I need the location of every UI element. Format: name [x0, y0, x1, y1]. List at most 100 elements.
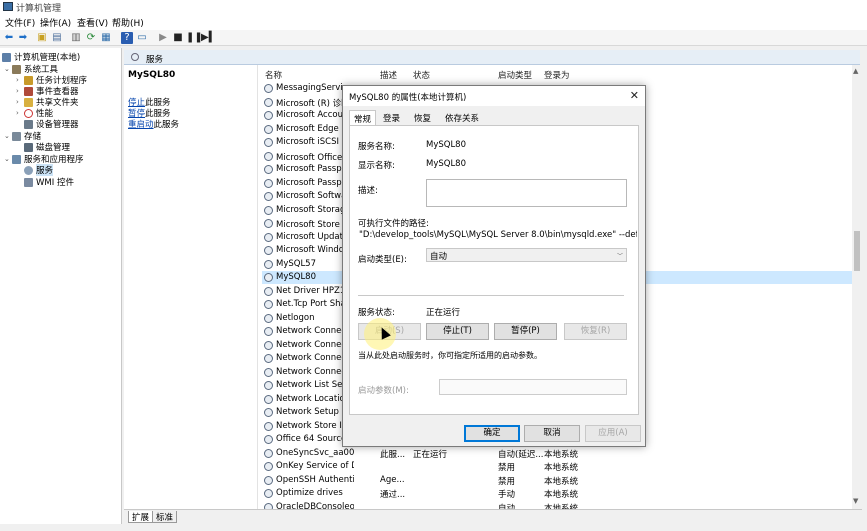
service-gear-icon	[264, 327, 273, 336]
startup-type-select[interactable]: 自动 ﹀	[426, 248, 627, 262]
collapse-arrow-icon[interactable]: ›	[16, 109, 24, 117]
dialog-title: MySQL80 的属性(本地计算机)	[349, 93, 467, 103]
properties-icon[interactable]: ▥	[70, 32, 82, 44]
cancel-button[interactable]: 取消	[524, 425, 580, 442]
collapse-arrow-icon[interactable]: ›	[16, 87, 24, 95]
service-description: 通过...	[380, 490, 406, 500]
pause-button[interactable]: 暂停(P)	[494, 323, 557, 340]
collapse-arrow-icon[interactable]: ›	[16, 98, 24, 106]
column-description[interactable]: 描述	[380, 69, 397, 81]
service-gear-icon	[264, 300, 273, 309]
tab-extended[interactable]: 扩展	[128, 511, 154, 523]
service-startup-type: 禁用	[498, 476, 516, 487]
expand-arrow-icon[interactable]: ⌄	[4, 132, 12, 140]
service-gear-icon	[264, 84, 273, 93]
expand-arrow-icon[interactable]: ⌄	[4, 155, 12, 163]
startup-type-label: 启动类型(E):	[358, 255, 407, 265]
tree-disk-management[interactable]: 磁盘管理	[24, 141, 70, 153]
table-row[interactable]: Optimize drives 通过... 手动 本地系统	[262, 487, 852, 500]
column-startup-type[interactable]: 启动类型	[498, 69, 532, 81]
column-log-on-as[interactable]: 登录为	[544, 69, 570, 81]
detail-service-name: MySQL80	[128, 70, 176, 80]
detail-restart-line: 重启动此服务	[128, 120, 180, 130]
stop-icon[interactable]: ■	[172, 32, 184, 44]
vertical-scrollbar[interactable]: ▲ ▼	[852, 65, 862, 509]
service-log-on-as: 本地系统	[544, 490, 579, 500]
service-gear-icon	[264, 124, 273, 134]
service-gear-icon	[264, 367, 273, 377]
menu-file[interactable]: 文件(F)	[5, 16, 35, 29]
service-gear-icon	[264, 205, 273, 215]
gear-icon	[24, 165, 33, 175]
service-name: OnKey Service of DB USB ...	[276, 461, 354, 471]
restart-icon[interactable]: ▶▍	[201, 32, 216, 44]
tree-services[interactable]: 服务	[24, 164, 54, 176]
start-params-label: 启动参数(M):	[358, 386, 409, 396]
play-icon[interactable]: ▶	[157, 32, 169, 44]
close-icon[interactable]: ✕	[630, 89, 639, 102]
restart-service-link[interactable]: 重启动	[128, 120, 154, 130]
tab-general[interactable]: 常规	[349, 110, 377, 126]
scroll-up-icon[interactable]: ▲	[853, 67, 858, 75]
status-label: 服务状态:	[358, 308, 395, 318]
apply-button[interactable]: 应用(A)	[585, 425, 641, 442]
folder-up-icon[interactable]: ▣	[36, 32, 48, 44]
column-status[interactable]: 状态	[413, 69, 430, 81]
service-name-label: 服务名称:	[358, 142, 395, 152]
service-gear-icon	[264, 259, 273, 269]
tree-root[interactable]: 计算机管理(本地)	[2, 51, 80, 63]
service-startup-type: 自动(延迟...	[498, 449, 544, 460]
service-gear-icon	[264, 448, 273, 458]
service-status: 正在运行	[413, 449, 448, 460]
menu-help[interactable]: 帮助(H)	[112, 16, 144, 29]
service-gear-icon	[264, 232, 273, 242]
expand-arrow-icon[interactable]: ⌄	[4, 65, 12, 73]
menu-view[interactable]: 查看(V)	[77, 16, 108, 29]
computer-icon	[2, 52, 11, 62]
export-icon[interactable]: ▦	[100, 32, 112, 44]
tab-dependencies[interactable]: 依存关系	[441, 110, 483, 124]
pane-header: 服务	[124, 50, 860, 65]
collapse-arrow-icon[interactable]: ›	[16, 76, 24, 84]
help-icon[interactable]: ?	[121, 32, 133, 44]
console-tree: 计算机管理(本地) ⌄ 系统工具 › 任务计划程序 › 事件查看器 › 共享文件夹 › 性…	[0, 48, 122, 524]
device-icon	[24, 119, 33, 129]
service-gear-icon	[264, 151, 273, 161]
ok-button[interactable]: 确定	[464, 425, 520, 442]
pause-icon[interactable]: ❚❚	[186, 32, 203, 44]
refresh-icon[interactable]: ⟳	[85, 32, 97, 44]
scroll-thumb[interactable]	[854, 231, 860, 271]
tab-logon[interactable]: 登录	[379, 110, 404, 124]
tree-device-manager[interactable]: 设备管理器	[24, 118, 79, 130]
resume-button[interactable]: 恢复(R)	[564, 323, 627, 340]
view-icon[interactable]: ▭	[136, 32, 148, 44]
console-tree-icon[interactable]: ▤	[51, 32, 63, 44]
tab-recovery[interactable]: 恢复	[410, 110, 435, 124]
start-params-input[interactable]	[439, 379, 627, 395]
service-detail-panel: MySQL80 停止此服务 暂停此服务 重启动此服务	[124, 65, 258, 509]
service-gear-icon	[264, 165, 273, 174]
scroll-down-icon[interactable]: ▼	[853, 497, 858, 505]
forward-icon[interactable]: ➡	[17, 32, 29, 44]
table-row[interactable]: OnKey Service of DB USB ... 禁用 本地系统	[262, 460, 852, 473]
service-name: Optimize drives	[276, 488, 343, 498]
service-gear-icon	[264, 340, 273, 350]
service-gear-icon	[264, 273, 273, 282]
menu-bar: 文件(F) 操作(A) 查看(V) 帮助(H)	[0, 14, 867, 30]
service-gear-icon	[264, 219, 273, 228]
service-gear-icon	[264, 111, 273, 120]
tree-wmi[interactable]: WMI 控件	[24, 176, 74, 188]
clock-icon	[24, 75, 33, 85]
general-tab-panel: 服务名称: MySQL80 显示名称: MySQL80 描述: 可执行文件的路径…	[349, 125, 639, 415]
column-name[interactable]: 名称	[265, 69, 282, 81]
description-field[interactable]	[426, 179, 627, 207]
table-row[interactable]: OneSyncSvc_aa008 此服... 正在运行 自动(延迟... 本地系统	[262, 447, 852, 460]
menu-action[interactable]: 操作(A)	[40, 16, 71, 29]
tab-standard[interactable]: 标准	[152, 511, 178, 523]
wmi-icon	[24, 177, 33, 187]
back-icon[interactable]: ⬅	[3, 32, 15, 44]
stop-button[interactable]: 停止(T)	[426, 323, 489, 340]
service-name: OpenSSH Authentication ...	[276, 474, 354, 485]
table-row[interactable]: OpenSSH Authentication ... Age... 禁用 本地系统	[262, 474, 852, 487]
service-startup-type: 手动	[498, 490, 516, 500]
